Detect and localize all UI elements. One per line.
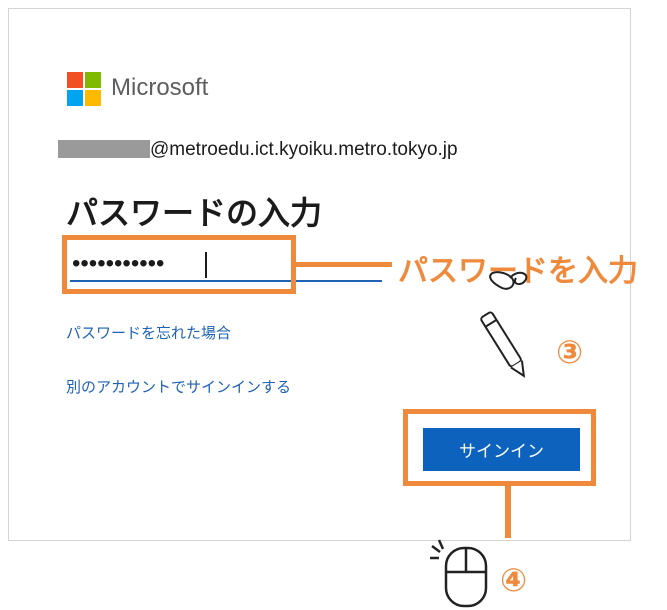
account-email: @metroedu.ict.kyoiku.metro.tokyo.jp <box>150 139 458 160</box>
signin-connector <box>505 486 511 538</box>
mouse-click-icon <box>430 539 488 608</box>
pen-icon <box>480 271 528 378</box>
forgot-password-link[interactable]: パスワードを忘れた場合 <box>66 322 231 343</box>
page-title: パスワードの入力 <box>66 194 323 232</box>
step-3-label: ③ <box>556 333 584 371</box>
callout-connector <box>296 262 392 267</box>
microsoft-logo-icon <box>67 72 101 106</box>
password-highlight-box <box>62 235 296 294</box>
step-4-label: ④ <box>500 561 528 599</box>
signin-highlight-box <box>403 409 596 486</box>
brand-name: Microsoft <box>111 74 209 101</box>
redacted-username <box>58 140 150 158</box>
other-account-link[interactable]: 別のアカウントでサインインする <box>66 376 291 397</box>
